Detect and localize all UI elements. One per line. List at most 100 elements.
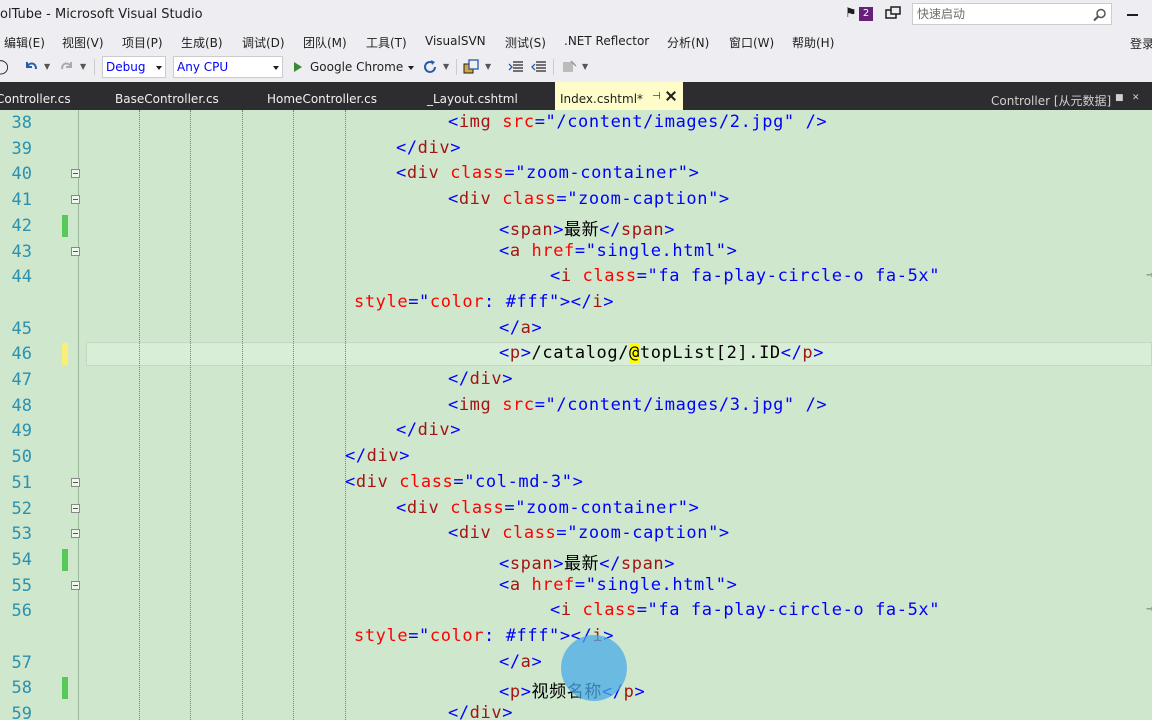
navigate-forward-icon[interactable]: ◯ <box>0 58 10 76</box>
quick-launch[interactable] <box>912 3 1112 25</box>
tab-index-cshtml[interactable]: Index.cshtml* ⊣ <box>555 82 683 110</box>
code-line[interactable]: 48 <img src="/content/images/3.jpg" /> <box>0 393 1152 419</box>
collapse-icon[interactable] <box>71 195 80 205</box>
code-token: div <box>406 497 440 518</box>
comment-lines-icon[interactable] <box>507 58 525 76</box>
preview-tab-label[interactable]: Controller [从元数据] <box>991 92 1111 109</box>
toolbar-overflow-icon[interactable]: ▼ <box>582 62 588 71</box>
code-text: <img src="/content/images/3.jpg" /> <box>448 395 827 415</box>
menu-edit[interactable]: 编辑(E) <box>4 34 45 51</box>
collapse-icon[interactable] <box>71 477 80 487</box>
code-line[interactable]: 38 <img src="/content/images/2.jpg" /> <box>0 110 1152 136</box>
code-token: < <box>396 497 407 518</box>
code-token: </ <box>499 651 521 672</box>
menu-debug[interactable]: 调试(D) <box>242 34 285 51</box>
word-wrap-arrow-icon: → <box>1146 604 1152 616</box>
code-line[interactable]: 55 <a href="single.html"> <box>0 573 1152 599</box>
word-wrap-arrow-icon: → <box>1146 270 1152 282</box>
collapse-icon[interactable] <box>71 529 80 539</box>
code-line[interactable]: 44 <i class="fa fa-play-circle-o fa-5x" → <box>0 264 1152 290</box>
close-icon[interactable]: ✕ <box>1132 93 1140 103</box>
line-number: 44 <box>11 267 32 288</box>
code-line[interactable]: 47 </div> <box>0 367 1152 393</box>
undo-icon[interactable] <box>22 58 40 76</box>
code-line[interactable]: 52 <div class="zoom-container"> <box>0 496 1152 522</box>
code-token: style <box>354 626 409 646</box>
code-token: < <box>448 523 459 544</box>
code-token: a <box>520 651 532 672</box>
code-text: <div class="zoom-caption"> <box>448 523 730 543</box>
code-line[interactable]: 56 <i class="fa fa-play-circle-o fa-5x" → <box>0 598 1152 624</box>
code-line[interactable]: 45 </a> <box>0 316 1152 342</box>
menu-build[interactable]: 生成(B) <box>181 34 223 51</box>
configuration-select[interactable]: Debug <box>102 56 166 78</box>
tab-base-controller[interactable]: BaseController.cs <box>105 82 245 110</box>
code-line[interactable]: 51 <div class="col-md-3"> <box>0 470 1152 496</box>
uncomment-lines-icon[interactable] <box>530 58 548 76</box>
code-line[interactable]: 49 </div> <box>0 418 1152 444</box>
menu-test[interactable]: 测试(S) <box>505 34 546 51</box>
menu-project[interactable]: 项目(P) <box>122 34 163 51</box>
code-line[interactable]: 46 <p>/catalog/@topList[2].ID</p> <box>0 341 1152 367</box>
collapse-icon[interactable] <box>71 246 80 256</box>
refresh-icon[interactable] <box>421 58 439 76</box>
menu-team[interactable]: 团队(M) <box>303 34 347 51</box>
code-text: <img src="/content/images/2.jpg" /> <box>448 112 827 132</box>
code-line[interactable]: style="color: #fff"></i> <box>0 290 1152 316</box>
menu-help[interactable]: 帮助(H) <box>792 34 834 51</box>
menu-visualsvn[interactable]: VisualSVN <box>425 34 486 48</box>
minimize-icon[interactable] <box>1126 6 1140 20</box>
platform-select[interactable]: Any CPU <box>173 56 283 78</box>
chevron-down-icon[interactable] <box>408 66 414 70</box>
code-line[interactable]: 54 <span>最新</span> <box>0 547 1152 574</box>
chevron-down-icon <box>273 66 279 70</box>
code-line[interactable]: 40 <div class="zoom-container"> <box>0 161 1152 187</box>
code-editor[interactable]: 38 <img src="/content/images/2.jpg" /> 39 <… <box>0 110 1152 720</box>
redo-dropdown-icon[interactable]: ▼ <box>80 62 86 71</box>
code-token: < <box>550 266 561 287</box>
feedback-icon[interactable] <box>885 6 901 22</box>
code-token: href <box>531 574 575 595</box>
sign-in-link[interactable]: 登录 <box>1130 35 1152 52</box>
code-token: div <box>417 137 451 158</box>
code-token: i <box>560 600 572 621</box>
code-line[interactable]: 41 <div class="zoom-caption"> <box>0 187 1152 213</box>
code-token: div <box>355 471 389 492</box>
browser-link-dropdown-icon[interactable]: ▼ <box>485 62 491 71</box>
redo-icon[interactable] <box>58 58 76 76</box>
menu-analyze[interactable]: 分析(N) <box>667 34 709 51</box>
menu-net-reflector[interactable]: .NET Reflector <box>564 34 649 48</box>
bookmark-icon[interactable] <box>560 58 578 76</box>
tab-layout[interactable]: _Layout.cshtml <box>418 82 548 110</box>
browser-link-icon[interactable] <box>462 58 480 76</box>
pin-icon[interactable]: ■ <box>1115 93 1124 103</box>
quick-launch-input[interactable] <box>917 6 1087 22</box>
undo-dropdown-icon[interactable]: ▼ <box>44 62 50 71</box>
notifications[interactable]: ⚑ 2 <box>845 6 875 24</box>
code-line[interactable]: 43 <a href="single.html"> <box>0 239 1152 265</box>
code-line[interactable]: 59 </div> <box>0 701 1152 720</box>
close-icon[interactable] <box>665 90 677 102</box>
code-token: < <box>499 574 510 595</box>
code-token: src <box>502 112 535 132</box>
menu-tools[interactable]: 工具(T) <box>366 34 407 51</box>
tab-home-controller[interactable]: HomeController.cs <box>258 82 408 110</box>
pin-icon[interactable]: ⊣ <box>652 91 661 102</box>
search-icon[interactable] <box>1093 7 1107 22</box>
tab-controller[interactable]: Controller.cs <box>0 82 100 110</box>
code-line[interactable]: 39 </div> <box>0 136 1152 162</box>
collapse-icon[interactable] <box>71 169 80 179</box>
menu-window[interactable]: 窗口(W) <box>729 34 774 51</box>
collapse-icon[interactable] <box>71 503 80 513</box>
menu-view[interactable]: 视图(V) <box>62 34 104 51</box>
code-line[interactable]: 50 </div> <box>0 444 1152 470</box>
refresh-dropdown-icon[interactable]: ▼ <box>443 62 449 71</box>
collapse-icon[interactable] <box>71 580 80 590</box>
code-text: <span>最新</span> <box>499 549 675 574</box>
code-text: </div> <box>448 703 513 720</box>
line-number: 40 <box>11 164 32 185</box>
code-line[interactable]: 42 <span>最新</span> <box>0 213 1152 240</box>
code-token: a <box>509 240 521 261</box>
code-line[interactable]: 53 <div class="zoom-caption"> <box>0 521 1152 547</box>
